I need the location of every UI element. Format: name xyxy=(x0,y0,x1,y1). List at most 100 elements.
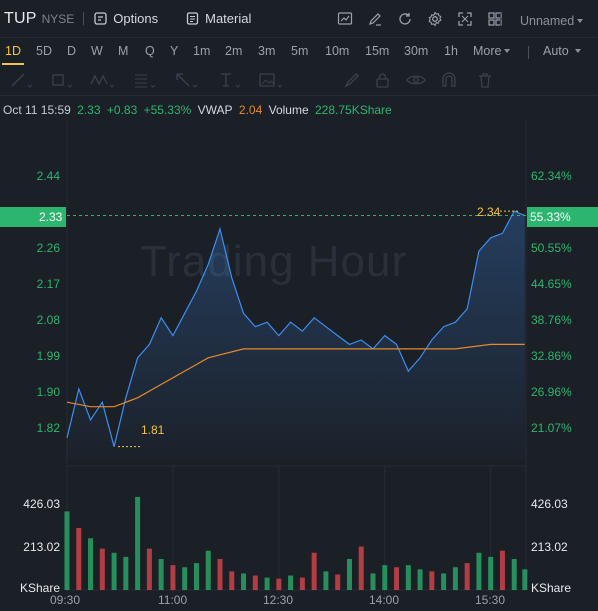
material-button[interactable]: Material xyxy=(186,11,251,26)
trash-tool-icon[interactable] xyxy=(476,72,494,88)
volume-bar xyxy=(382,565,388,590)
quote-change-pct: +55.33% xyxy=(143,103,192,117)
eye-tool-icon[interactable] xyxy=(406,72,426,88)
more-label: More xyxy=(473,44,502,58)
ticker-symbol[interactable]: TUP xyxy=(4,10,37,28)
vwap-value: 2.04 xyxy=(238,103,263,117)
volume-bar xyxy=(111,552,117,590)
time-axis-label: 09:30 xyxy=(50,593,81,607)
tab-1h[interactable]: 1h xyxy=(444,44,458,58)
material-icon xyxy=(186,12,199,25)
scale-mode-selector[interactable]: Auto xyxy=(543,44,581,58)
tab-15m[interactable]: 15m xyxy=(365,44,389,58)
volume-bar xyxy=(335,574,341,590)
volume-bar xyxy=(64,511,70,590)
gear-icon[interactable] xyxy=(420,11,450,27)
scale-mode-label: Auto xyxy=(543,44,569,58)
pen-icon[interactable] xyxy=(360,11,390,27)
volume-bar xyxy=(464,563,470,590)
volume-bar xyxy=(405,565,411,590)
price-axis-label: 2.44 xyxy=(36,169,60,183)
text-tool-icon[interactable] xyxy=(218,72,242,88)
volume-bar xyxy=(229,571,235,590)
volume-bar xyxy=(441,573,447,590)
pct-axis-label: 44.65% xyxy=(531,277,572,291)
volume-bar xyxy=(499,550,505,590)
tab-1d[interactable]: 1D xyxy=(2,44,24,65)
tab-d[interactable]: D xyxy=(67,44,76,58)
volume-bar xyxy=(264,577,270,590)
vwap-label: VWAP xyxy=(197,103,233,117)
rect-tool-icon[interactable] xyxy=(50,72,74,88)
fullscreen-icon[interactable] xyxy=(450,11,480,27)
price-axis-label: 1.82 xyxy=(36,421,60,435)
tab-5m[interactable]: 5m xyxy=(291,44,308,58)
time-axis-label: 15:30 xyxy=(475,593,506,607)
period-tabs: 1D 5D D W M Q Y 1m 2m 3m 5m 10m 15m 30m … xyxy=(0,38,598,65)
pattern-tool-icon[interactable] xyxy=(90,72,116,88)
refresh-icon[interactable] xyxy=(390,11,420,27)
chevron-down-icon xyxy=(574,49,581,53)
volume-unit-label: KShare xyxy=(531,581,572,595)
chart-icon[interactable] xyxy=(330,11,360,27)
arrow-tool-icon[interactable] xyxy=(175,72,199,88)
magnet-tool-icon[interactable] xyxy=(440,72,458,88)
pct-axis-label: 38.76% xyxy=(531,313,572,327)
fib-tool-icon[interactable] xyxy=(133,72,157,88)
options-button[interactable]: Options xyxy=(94,11,158,26)
low-price-label: 1.81 xyxy=(141,423,165,437)
pct-axis-label: 50.55% xyxy=(531,241,572,255)
volume-bar xyxy=(370,573,376,590)
tab-2m[interactable]: 2m xyxy=(225,44,242,58)
tab-30m[interactable]: 30m xyxy=(404,44,428,58)
time-axis-label: 11:00 xyxy=(158,593,188,607)
chevron-down-icon xyxy=(504,49,511,53)
divider xyxy=(528,46,529,59)
header-tools xyxy=(330,11,510,27)
tab-q[interactable]: Q xyxy=(145,44,155,58)
quote-datetime: Oct 11 15:59 xyxy=(3,103,71,117)
volume-bar xyxy=(288,575,294,590)
lock-tool-icon[interactable] xyxy=(374,72,392,88)
volume-bar xyxy=(205,550,211,590)
volume-bar xyxy=(311,552,317,590)
volume-bar xyxy=(158,558,164,590)
tab-5d[interactable]: 5D xyxy=(36,44,52,58)
pct-axis-label: 62.34% xyxy=(531,169,572,183)
volume-bar xyxy=(323,571,329,590)
tab-1m[interactable]: 1m xyxy=(193,44,210,58)
volume-bar xyxy=(193,563,199,590)
layout-selector[interactable]: Unnamed xyxy=(520,14,584,28)
volume-bar xyxy=(346,558,352,590)
volume-bar xyxy=(99,548,105,590)
volume-bar xyxy=(522,569,528,590)
high-price-label: 2.34 xyxy=(477,205,501,219)
quote-price: 2.33 xyxy=(77,103,101,117)
volume-bar xyxy=(135,496,141,590)
volume-bars xyxy=(64,496,528,590)
intraday-chart[interactable] xyxy=(0,120,598,611)
layout-name: Unnamed xyxy=(520,14,575,28)
volume-bar xyxy=(429,571,435,590)
pct-axis-label: 32.86% xyxy=(531,349,572,363)
tab-m[interactable]: M xyxy=(118,44,128,58)
volume-bar xyxy=(88,538,94,590)
volume-bar xyxy=(299,577,305,590)
tab-10m[interactable]: 10m xyxy=(325,44,349,58)
tab-y[interactable]: Y xyxy=(170,44,178,58)
volume-bar xyxy=(170,565,176,590)
line-tool-icon[interactable] xyxy=(10,72,34,88)
price-axis-label: 2.17 xyxy=(36,277,60,291)
volume-bar xyxy=(241,573,247,590)
tab-w[interactable]: W xyxy=(91,44,103,58)
options-icon xyxy=(94,12,107,25)
tab-3m[interactable]: 3m xyxy=(258,44,275,58)
image-tool-icon[interactable] xyxy=(258,72,284,88)
quote-change: +0.83 xyxy=(106,103,138,117)
drawing-toolbar xyxy=(0,64,598,96)
more-periods-button[interactable]: More xyxy=(473,44,511,58)
brush-tool-icon[interactable] xyxy=(343,72,361,88)
grid-icon[interactable] xyxy=(480,11,510,27)
volume-bar xyxy=(252,575,258,590)
price-axis-label: 1.90 xyxy=(36,385,60,399)
